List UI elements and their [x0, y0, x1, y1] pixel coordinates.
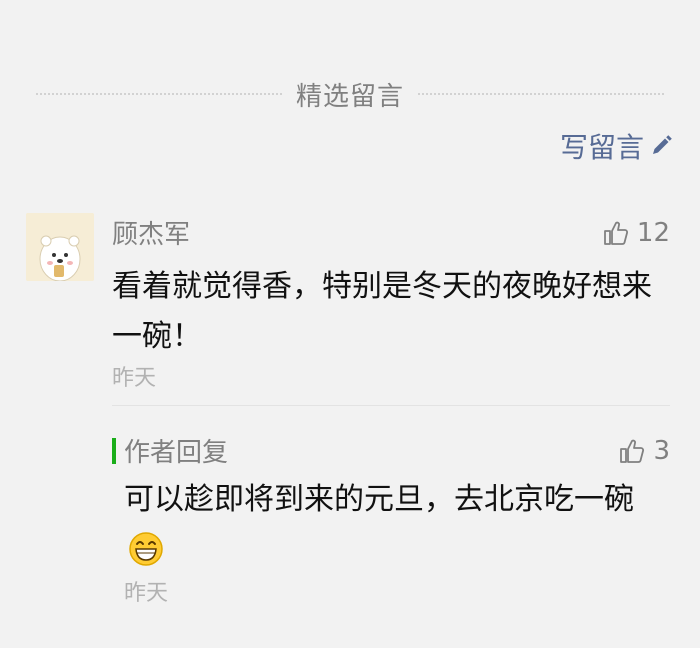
- thumbs-up-icon: [620, 439, 645, 463]
- reply-divider: [112, 405, 670, 406]
- section-divider-left: [36, 93, 282, 95]
- section-title: 精选留言: [296, 81, 405, 112]
- avatar[interactable]: [26, 213, 94, 281]
- comment-like-count: 12: [636, 218, 670, 248]
- section-divider-right: [418, 93, 665, 95]
- cartoon-bear-avatar-icon: [26, 213, 94, 281]
- reply-text-container: 可以趁即将到来的元旦，去北京吃一碗: [124, 474, 672, 578]
- reply-like-button[interactable]: 3: [619, 436, 670, 466]
- comment-time: 昨天: [112, 366, 157, 391]
- reply-indicator-bar: [112, 438, 116, 464]
- grinning-emoji-icon: [129, 532, 163, 566]
- thumbs-up-icon: [604, 221, 628, 245]
- reply-label: 作者回复: [124, 438, 229, 468]
- comments-page: 精选留言 写留言 顾杰军 12 看着就觉得香，特别是冬天的夜晚好想来一碗！ 昨天…: [0, 0, 700, 648]
- write-comment-label: 写留言: [559, 131, 644, 164]
- reply-text: 可以趁即将到来的元旦，去北京吃一碗: [124, 482, 634, 517]
- reply-time: 昨天: [124, 581, 169, 606]
- comment-text: 看着就觉得香，特别是冬天的夜晚好想来一碗！: [112, 269, 652, 354]
- section-header: 精选留言: [36, 72, 665, 116]
- comment-author[interactable]: 顾杰军: [112, 214, 190, 251]
- comment-like-button[interactable]: 12: [603, 218, 670, 248]
- reply-like-count: 3: [653, 436, 670, 466]
- write-comment-link[interactable]: 写留言: [560, 124, 672, 168]
- pencil-icon: [653, 135, 672, 154]
